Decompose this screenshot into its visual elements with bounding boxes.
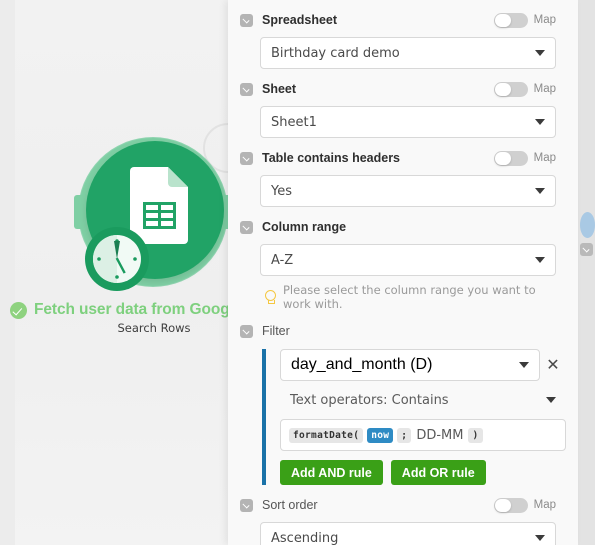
check-circle-icon (10, 301, 27, 319)
add-or-rule-button[interactable]: Add OR rule (390, 460, 486, 485)
map-label: Map (533, 14, 556, 26)
node-title-row: Fetch user data from Googl (10, 298, 240, 322)
map-toggle[interactable] (493, 12, 528, 28)
map-toggle[interactable] (493, 497, 528, 513)
chevron-down-icon[interactable] (240, 324, 253, 338)
canvas-left-edge (0, 0, 15, 545)
field-label: Column range (262, 220, 347, 234)
spreadsheet-select[interactable]: Birthday card demo (260, 37, 556, 69)
table-headers-select[interactable]: Yes (260, 175, 556, 207)
chevron-down-icon (535, 257, 545, 263)
chevron-down-icon (535, 50, 545, 56)
spreadsheet-value: Birthday card demo (271, 45, 400, 61)
formula-token-0: formatDate( (289, 427, 364, 443)
chevron-down-icon[interactable] (240, 82, 253, 96)
field-column-range: Column range A-Z Please select the colum… (228, 216, 578, 311)
sheet-value: Sheet1 (271, 114, 317, 130)
table-headers-value: Yes (271, 183, 292, 199)
adjacent-module-node[interactable] (580, 212, 595, 238)
chevron-down-icon (535, 119, 545, 125)
filter-operator-value: Text operators: Contains (290, 392, 449, 408)
filter-rule-group: day_and_month (D) ✕ Text operators: Cont… (262, 349, 566, 485)
column-range-hint: Please select the column range you want … (265, 283, 556, 311)
chevron-down-icon (546, 397, 556, 403)
sort-order-select[interactable]: Ascending (260, 522, 556, 545)
column-range-select[interactable]: A-Z (260, 244, 556, 276)
module-node[interactable] (74, 137, 232, 291)
sheet-select[interactable]: Sheet1 (260, 106, 556, 138)
filter-operator-select[interactable]: Text operators: Contains (280, 387, 566, 413)
map-label: Map (533, 499, 556, 511)
chevron-down-icon (519, 362, 529, 368)
hint-text: Please select the column range you want … (283, 283, 536, 311)
filter-value-formula-input[interactable]: formatDate(now; DD-MM) (280, 419, 566, 451)
formula-token-1: now (367, 427, 394, 443)
filter-field-value: day_and_month (D) (291, 356, 433, 373)
column-range-value: A-Z (271, 252, 294, 268)
canvas-right-edge (578, 0, 595, 545)
add-and-rule-button[interactable]: Add AND rule (280, 460, 383, 485)
formula-token-3: DD-MM (416, 427, 464, 443)
filter-field-select[interactable]: day_and_month (D) (280, 349, 540, 381)
chevron-down-icon[interactable] (240, 151, 253, 165)
adjacent-collapse-toggle[interactable] (580, 243, 593, 256)
chevron-down-icon (535, 188, 545, 194)
field-label: Sheet (262, 82, 297, 96)
chevron-down-icon[interactable] (240, 220, 253, 234)
field-label: Spreadsheet (262, 13, 338, 27)
chevron-down-icon (535, 535, 545, 541)
field-table-contains-headers: Table contains headers Map Yes (228, 147, 578, 207)
field-sheet: Sheet Map Sheet1 (228, 78, 578, 138)
remove-filter-button[interactable]: ✕ (540, 357, 566, 373)
map-toggle[interactable] (493, 81, 528, 97)
map-toggle[interactable] (493, 150, 528, 166)
lightbulb-icon (265, 290, 276, 304)
clock-icon (85, 227, 149, 291)
field-filter: Filter day_and_month (D) ✕ Text operator… (228, 320, 578, 485)
map-label: Map (533, 152, 556, 164)
field-spreadsheet: Spreadsheet Map Birthday card demo (228, 9, 578, 69)
node-title: Fetch user data from Googl (34, 301, 234, 318)
map-label: Map (533, 83, 556, 95)
formula-token-2: ; (397, 427, 412, 443)
field-label: Sort order (262, 498, 318, 512)
sort-order-value: Ascending (271, 530, 339, 545)
chevron-down-icon[interactable] (240, 498, 253, 512)
formula-token-4: ) (468, 427, 483, 443)
field-sort-order: Sort order Map Ascending (228, 494, 578, 545)
field-label: Filter (262, 324, 290, 338)
field-label: Table contains headers (262, 151, 401, 165)
chevron-down-icon[interactable] (240, 13, 253, 27)
module-settings-panel[interactable]: Spreadsheet Map Birthday card demo Sheet… (228, 0, 578, 545)
